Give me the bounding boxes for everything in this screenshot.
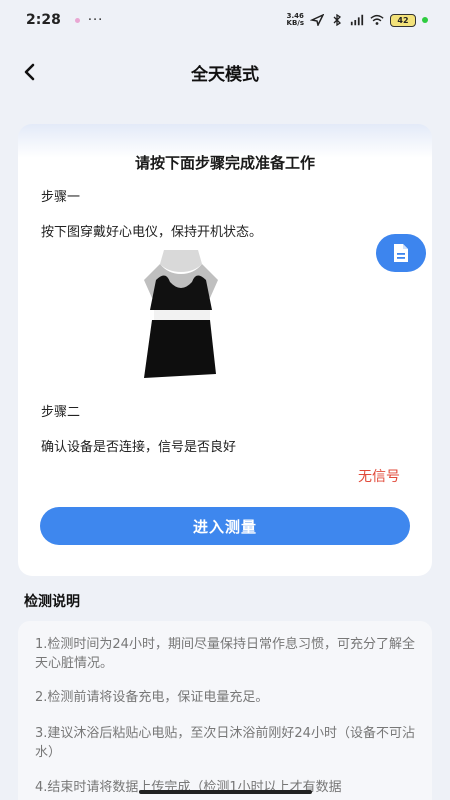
instruction-note: 1.检测时间为24小时，期间尽量保持日常作息习惯，可充分了解全天心脏情况。 (35, 637, 415, 671)
instructions-title: 检测说明 (24, 594, 80, 610)
more-notifications-icon: ··· (87, 12, 104, 28)
preparation-card: 请按下面步骤完成准备工作 步骤一 按下图穿戴好心电仪，保持开机状态。 步骤二 确… (18, 124, 432, 576)
step1-text: 按下图穿戴好心电仪，保持开机状态。 (41, 225, 263, 240)
home-indicator[interactable] (139, 790, 312, 794)
document-icon (394, 244, 408, 262)
notification-dot (74, 17, 80, 23)
status-time: 2:28 (26, 12, 61, 28)
instruction-note: 4.结束时请将数据上传完成（检测1小时以上才有数据 (35, 780, 342, 795)
report-fab[interactable] (376, 234, 426, 272)
page-title: 全天模式 (191, 64, 259, 85)
instructions-card: 1.检测时间为24小时，期间尽量保持日常作息习惯，可充分了解全天心脏情况。 2.… (18, 621, 432, 800)
instruction-note: 3.建议沐浴后粘贴心电贴，至次日沐浴前刚好24小时（设备不可沾水） (35, 726, 415, 760)
signal-status: 无信号 (358, 469, 400, 485)
bluetooth-icon (333, 14, 342, 26)
header: 全天模式 (0, 52, 450, 92)
net-speed-unit: KB/s (286, 19, 304, 27)
card-title: 请按下面步骤完成准备工作 (134, 154, 315, 172)
net-speed: 3.46 KB/s (287, 13, 304, 27)
enter-measurement-button[interactable]: 进入测量 (40, 507, 410, 545)
step2-label: 步骤二 (41, 405, 81, 420)
status-icons: 3.46 KB/s 42 (287, 13, 428, 27)
battery-icon: 42 (390, 13, 416, 27)
instruction-note: 2.检测前请将设备充电，保证电量充足。 (35, 690, 269, 705)
ecg-vest-image (144, 250, 218, 378)
location-icon (310, 14, 324, 26)
step1-label: 步骤一 (41, 190, 81, 205)
chevron-left-icon[interactable] (18, 60, 42, 84)
status-bar: 2:28 ··· 3.46 KB/s 42 (0, 0, 450, 40)
wifi-icon (370, 14, 384, 25)
signal-icon (350, 14, 364, 26)
step2-text: 确认设备是否连接，信号是否良好 (41, 440, 237, 455)
charging-dot (422, 17, 428, 23)
